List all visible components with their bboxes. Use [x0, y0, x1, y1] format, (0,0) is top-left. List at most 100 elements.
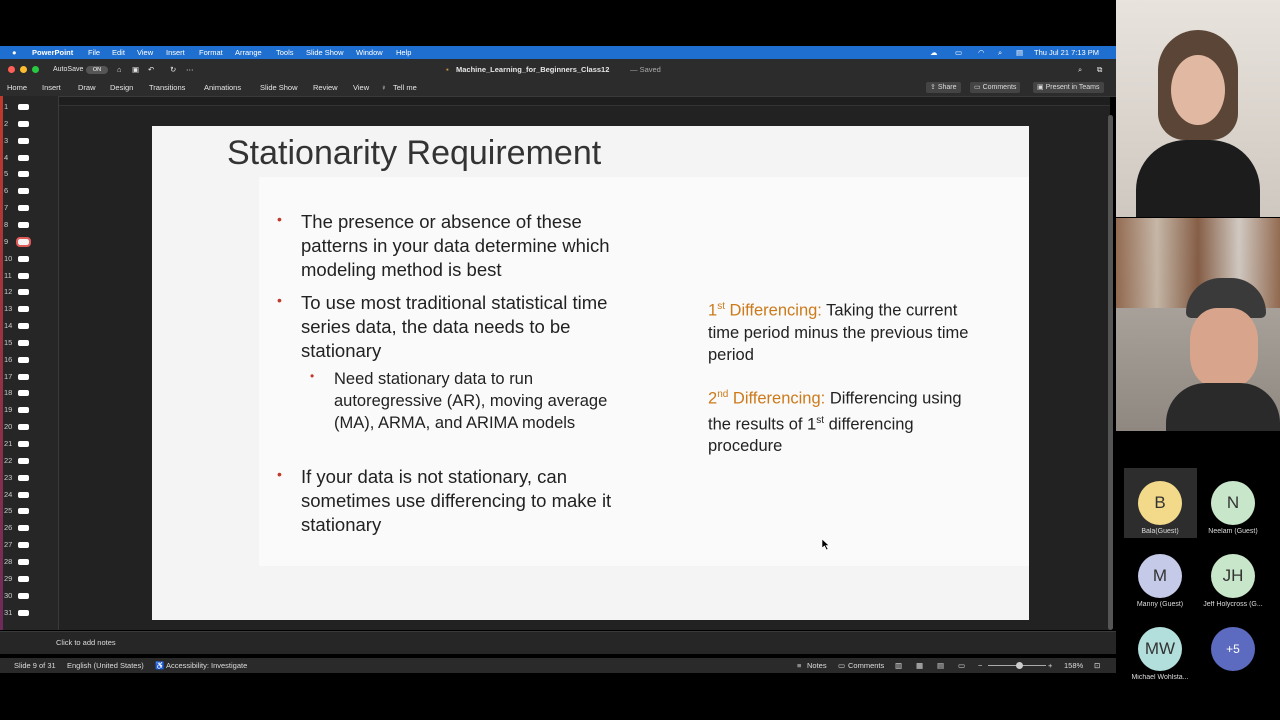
zoom-window-button[interactable] [32, 66, 39, 73]
slide-sorter-icon[interactable]: ▦ [916, 658, 923, 673]
zoom-slider-thumb[interactable] [1016, 662, 1023, 669]
slide-thumbnail-image[interactable] [18, 390, 29, 397]
comments-button[interactable]: ▭ Comments [970, 82, 1021, 93]
slide-thumbnail-image[interactable] [18, 441, 29, 447]
slide-thumbnail-image[interactable] [18, 154, 29, 161]
menu-view[interactable]: View [137, 46, 153, 59]
slide-thumbnail-image[interactable] [18, 542, 29, 549]
slide-thumbnail-image[interactable] [18, 188, 29, 195]
tab-insert[interactable]: Insert [42, 80, 61, 96]
slide-thumbnail-image[interactable] [18, 255, 29, 262]
slide-thumbnail-image[interactable] [18, 356, 29, 363]
slide-thumbnail-image[interactable] [18, 491, 29, 498]
notes-placeholder[interactable]: Click to add notes [56, 638, 116, 647]
slide-thumbnail[interactable]: 23 [0, 470, 58, 487]
zoom-in-icon[interactable]: + [1048, 658, 1052, 673]
autosave-toggle[interactable]: ON [86, 66, 108, 74]
share-window-icon[interactable]: ⧉ [1097, 62, 1102, 78]
bullet-traditional-stationary[interactable]: To use most traditional statistical time… [301, 291, 641, 363]
menu-help[interactable]: Help [396, 46, 411, 59]
menu-arrange[interactable]: Arrange [235, 46, 262, 59]
slide-thumbnail[interactable]: 17 [0, 369, 58, 386]
more-icon[interactable]: ⋯ [186, 62, 194, 78]
tab-home[interactable]: Home [7, 80, 27, 96]
tab-review[interactable]: Review [313, 80, 338, 96]
slide-thumbnail-image[interactable] [18, 221, 29, 228]
menu-format[interactable]: Format [199, 46, 223, 59]
tab-slide-show[interactable]: Slide Show [260, 80, 298, 96]
search-icon[interactable]: ⌕ [1078, 62, 1082, 78]
slide-thumbnail[interactable]: 21 [0, 436, 58, 453]
control-center-icon[interactable]: ▤ [1016, 46, 1023, 59]
slide-thumbnail-image[interactable] [18, 289, 29, 296]
slide-thumbnail[interactable]: 3 [0, 133, 58, 150]
slide-thumbnail[interactable]: 9 [0, 234, 58, 251]
slide-thumbnail-image[interactable] [18, 592, 29, 599]
sub-bullet-models[interactable]: Need stationary data to run autoregressi… [334, 368, 639, 434]
slide-thumbnail[interactable]: 28 [0, 554, 58, 571]
slide-thumbnail-image[interactable] [18, 575, 29, 582]
slide-thumbnail[interactable]: 4 [0, 150, 58, 167]
slide-thumbnail-image[interactable] [16, 236, 31, 247]
slide-thumbnail[interactable]: 1 [0, 99, 58, 116]
app-menu[interactable]: PowerPoint [32, 46, 73, 59]
slide-thumbnail[interactable]: 14 [0, 318, 58, 335]
slide-thumbnail[interactable]: 10 [0, 251, 58, 268]
accessibility-status[interactable]: Accessibility: Investigate [166, 658, 247, 673]
minimize-window-button[interactable] [20, 66, 27, 73]
slide-thumbnail[interactable]: 22 [0, 453, 58, 470]
participant-avatar[interactable]: M [1138, 554, 1182, 598]
notes-toggle[interactable]: Notes [807, 658, 827, 673]
slide-thumbnail[interactable]: 25 [0, 503, 58, 520]
tab-design[interactable]: Design [110, 80, 133, 96]
menu-edit[interactable]: Edit [112, 46, 125, 59]
slide-thumbnail[interactable]: 26 [0, 520, 58, 537]
slide-thumbnail-image[interactable] [18, 272, 29, 279]
slide-thumbnail-image[interactable] [18, 609, 29, 616]
slide-thumbnail[interactable]: 30 [0, 588, 58, 605]
notes-pane[interactable]: Click to add notes [0, 631, 1116, 654]
slide-thumbnail-image[interactable] [18, 171, 29, 178]
slide-thumbnail-image[interactable] [18, 137, 29, 144]
second-differencing-text[interactable]: 2nd Differencing: Differencing using the… [708, 384, 978, 457]
present-in-teams-button[interactable]: ▣ Present in Teams [1033, 82, 1104, 93]
slide-thumbnail-image[interactable] [18, 407, 29, 414]
participant-avatar[interactable]: N [1211, 481, 1255, 525]
tell-me-search[interactable]: Tell me [393, 80, 417, 96]
slide-thumbnail[interactable]: 18 [0, 385, 58, 402]
slide-thumbnail[interactable]: 11 [0, 268, 58, 285]
undo-icon[interactable]: ↶ [148, 62, 154, 78]
tab-animations[interactable]: Animations [204, 80, 241, 96]
tab-view[interactable]: View [353, 80, 369, 96]
slide-thumbnail-image[interactable] [18, 306, 29, 313]
home-icon[interactable]: ⌂ [117, 62, 122, 78]
zoom-out-icon[interactable]: − [978, 658, 982, 673]
language-indicator[interactable]: English (United States) [67, 658, 144, 673]
menu-slideshow[interactable]: Slide Show [306, 46, 344, 59]
bullet-differencing[interactable]: If your data is not stationary, can some… [301, 465, 641, 537]
search-icon[interactable]: ⌕ [998, 46, 1002, 59]
slide-thumbnail-image[interactable] [18, 457, 29, 464]
redo-icon[interactable]: ↻ [170, 62, 176, 78]
normal-view-icon[interactable]: ▥ [895, 658, 902, 673]
slide-thumbnail[interactable]: 8 [0, 217, 58, 234]
save-icon[interactable]: ▣ [132, 62, 139, 78]
tab-transitions[interactable]: Transitions [149, 80, 185, 96]
slide-thumbnail[interactable]: 19 [0, 402, 58, 419]
slide-show-icon[interactable]: ▭ [958, 658, 965, 673]
participant-avatar[interactable]: +5 [1211, 627, 1255, 671]
slide-thumbnail[interactable]: 6 [0, 183, 58, 200]
slide-thumbnail[interactable]: 13 [0, 301, 58, 318]
slide-thumbnail-image[interactable] [18, 424, 29, 431]
first-differencing-text[interactable]: 1st Differencing: Taking the current tim… [708, 296, 978, 366]
share-button[interactable]: ⇪ Share [926, 82, 961, 93]
slide-thumbnail[interactable]: 29 [0, 571, 58, 588]
bullet-presence-absence[interactable]: The presence or absence of these pattern… [301, 210, 641, 282]
slide-thumbnail-image[interactable] [18, 525, 29, 532]
battery-icon[interactable]: ▭ [955, 46, 962, 59]
menu-file[interactable]: File [88, 46, 100, 59]
slide-thumbnail[interactable]: 5 [0, 166, 58, 183]
slide-thumbnail-image[interactable] [18, 323, 29, 330]
slide-thumbnail-image[interactable] [18, 508, 29, 515]
slide-thumbnail[interactable]: 20 [0, 419, 58, 436]
